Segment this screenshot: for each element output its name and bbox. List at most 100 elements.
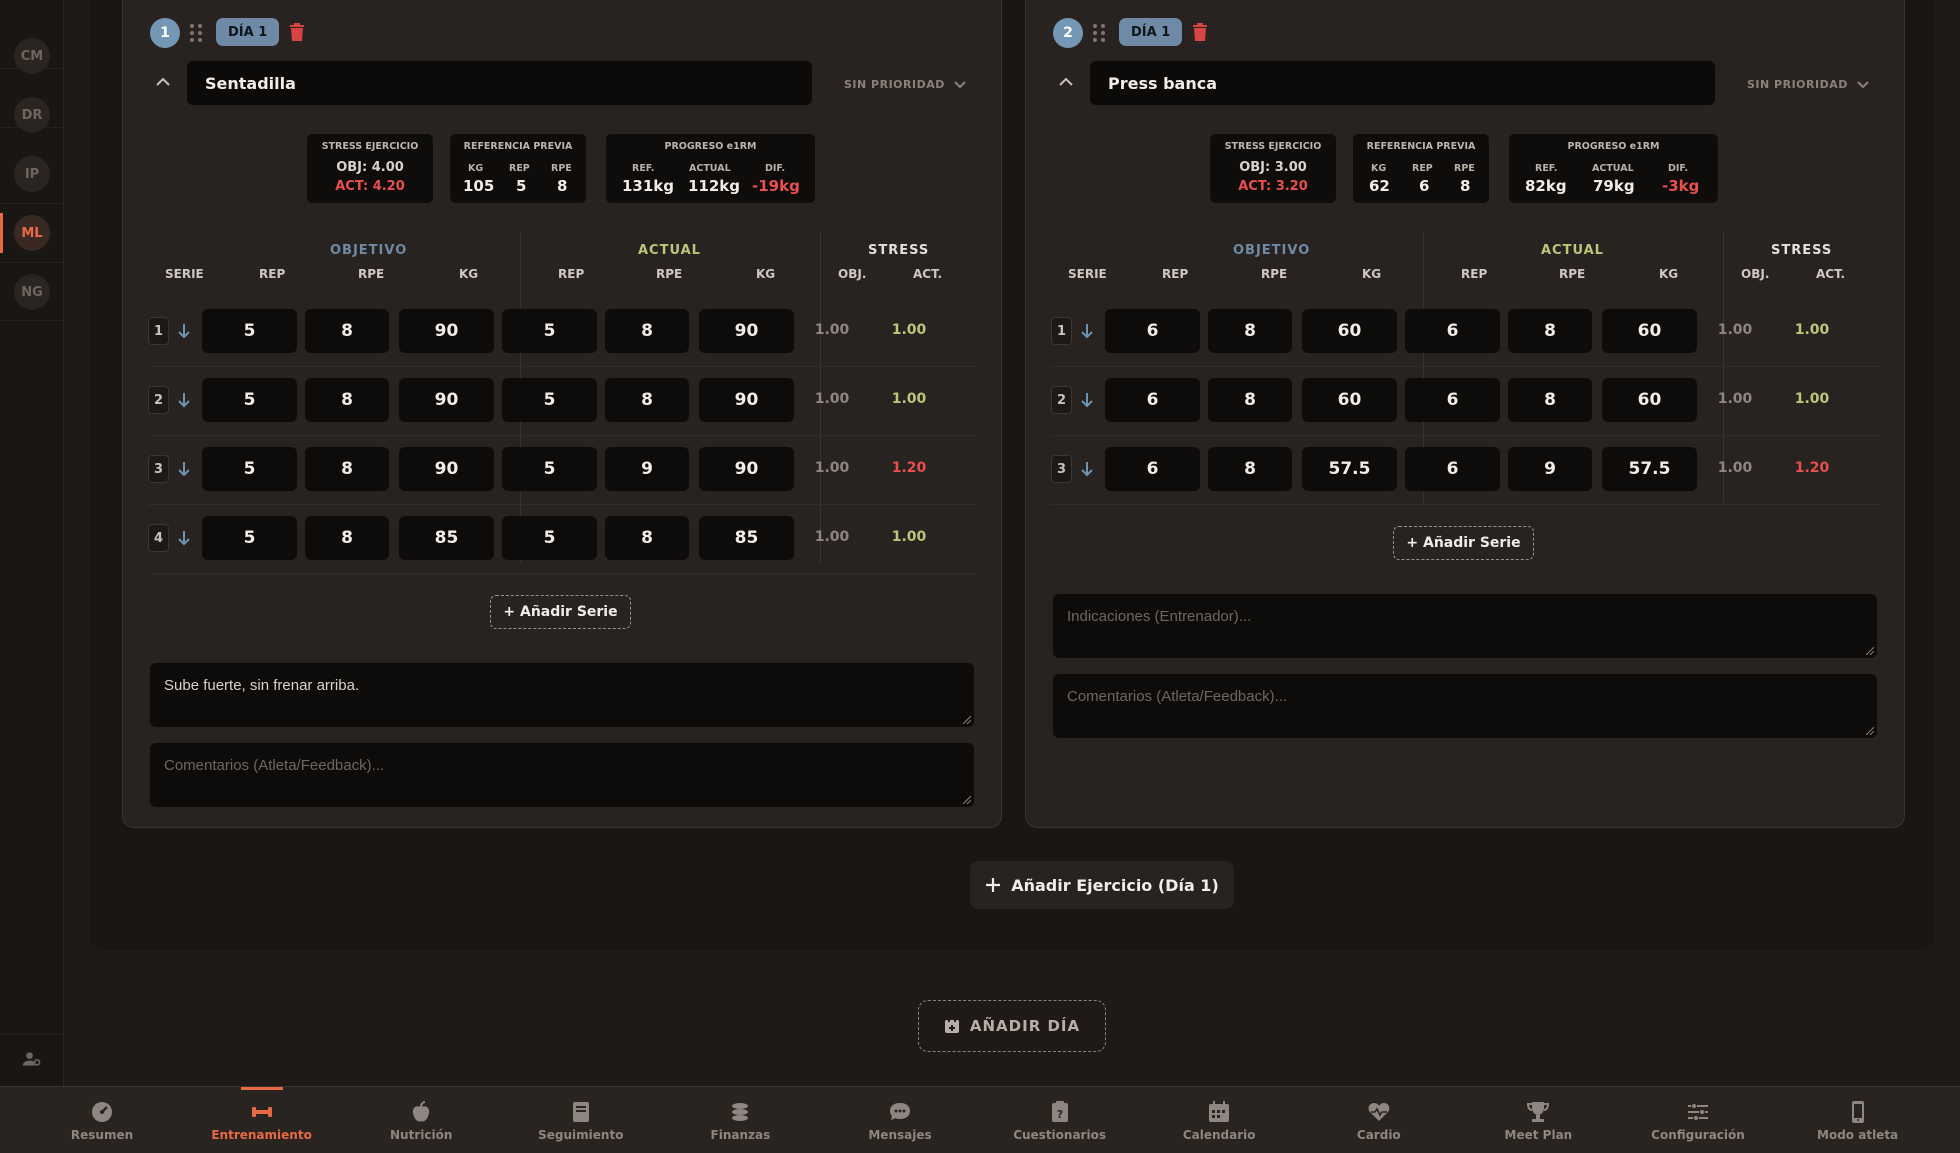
add-serie-button[interactable]: + Añadir Serie — [1393, 526, 1534, 560]
drag-handle-icon[interactable] — [189, 23, 203, 43]
set-input-obj-rpe[interactable]: 8 — [305, 309, 389, 353]
nav-dumbbell[interactable]: Entrenamiento — [182, 1087, 342, 1153]
arrow-down-icon[interactable] — [177, 323, 191, 339]
nav-chat[interactable]: Mensajes — [820, 1087, 980, 1153]
nav-label: Nutrición — [390, 1127, 453, 1142]
stress-act-value: 1.00 — [1794, 391, 1830, 407]
set-input-act-rep[interactable]: 6 — [1405, 378, 1500, 422]
nav-label: Modo atleta — [1817, 1127, 1899, 1142]
stress-act-value: 1.00 — [891, 529, 927, 545]
set-input-act-kg[interactable]: 60 — [1602, 378, 1697, 422]
set-input-act-rpe[interactable]: 8 — [605, 516, 689, 560]
stat-title: STRESS EJERCICIO — [321, 141, 419, 152]
resize-handle-icon[interactable] — [1866, 727, 1874, 735]
notes-textarea[interactable]: Sube fuerte, sin frenar arriba. — [150, 663, 974, 727]
set-input-act-kg[interactable]: 85 — [699, 516, 794, 560]
resize-handle-icon[interactable] — [1866, 647, 1874, 655]
set-input-act-kg[interactable]: 90 — [699, 447, 794, 491]
set-input-obj-rpe[interactable]: 8 — [305, 516, 389, 560]
add-exercise-button[interactable]: Añadir Ejercicio (Día 1) — [970, 861, 1234, 909]
set-input-act-kg[interactable]: 57.5 — [1602, 447, 1697, 491]
set-input-obj-kg[interactable]: 85 — [399, 516, 494, 560]
set-input-act-kg[interactable]: 90 — [699, 378, 794, 422]
set-input-obj-kg[interactable]: 90 — [399, 447, 494, 491]
set-input-obj-rep[interactable]: 5 — [202, 447, 297, 491]
set-input-obj-rep[interactable]: 6 — [1105, 378, 1200, 422]
sidebar-item-ml[interactable]: ML — [14, 215, 50, 251]
set-input-obj-rpe[interactable]: 8 — [305, 378, 389, 422]
nav-heart-pulse[interactable]: Cardio — [1299, 1087, 1459, 1153]
set-input-act-rpe[interactable]: 9 — [605, 447, 689, 491]
set-input-obj-rpe[interactable]: 8 — [1208, 378, 1292, 422]
set-input-obj-kg[interactable]: 90 — [399, 378, 494, 422]
drag-handle-icon[interactable] — [1092, 23, 1106, 43]
sidebar-item-ip[interactable]: IP — [14, 156, 50, 192]
add-serie-button[interactable]: + Añadir Serie — [490, 595, 631, 629]
ref-rep-value: 5 — [516, 177, 527, 195]
ref-rpe-value: 8 — [557, 177, 568, 195]
nav-mobile[interactable]: Modo atleta — [1778, 1087, 1938, 1153]
nav-coins[interactable]: Finanzas — [660, 1087, 820, 1153]
chevron-up-icon[interactable] — [152, 71, 174, 93]
set-input-obj-rep[interactable]: 5 — [202, 378, 297, 422]
arrow-down-icon[interactable] — [177, 461, 191, 477]
set-input-act-rpe[interactable]: 8 — [1508, 309, 1592, 353]
user-settings-icon[interactable] — [22, 1049, 42, 1069]
set-input-act-rpe[interactable]: 8 — [1508, 378, 1592, 422]
set-input-obj-kg[interactable]: 60 — [1302, 378, 1397, 422]
set-input-act-rep[interactable]: 5 — [502, 447, 597, 491]
set-input-act-rpe[interactable]: 9 — [1508, 447, 1592, 491]
arrow-down-icon[interactable] — [177, 392, 191, 408]
nav-book[interactable]: Seguimiento — [501, 1087, 661, 1153]
prog-ref-label: REF. — [632, 163, 655, 174]
set-input-obj-kg[interactable]: 60 — [1302, 309, 1397, 353]
set-input-obj-kg[interactable]: 57.5 — [1302, 447, 1397, 491]
add-day-button[interactable]: AÑADIR DÍA — [918, 1000, 1106, 1052]
nav-apple[interactable]: Nutrición — [341, 1087, 501, 1153]
chevron-up-icon[interactable] — [1055, 71, 1077, 93]
set-input-act-rep[interactable]: 6 — [1405, 447, 1500, 491]
set-input-obj-rpe[interactable]: 8 — [1208, 447, 1292, 491]
comments-textarea[interactable]: Comentarios (Atleta/Feedback)... — [150, 743, 974, 807]
exercise-name-input[interactable]: Sentadilla — [187, 61, 812, 105]
day-badge[interactable]: DÍA 1 — [1119, 18, 1183, 46]
trash-icon[interactable] — [1192, 22, 1208, 42]
set-input-obj-rpe[interactable]: 8 — [1208, 309, 1292, 353]
priority-select[interactable]: SIN PRIORIDAD — [1747, 77, 1870, 91]
nav-clipboard[interactable]: ? Cuestionarios — [980, 1087, 1140, 1153]
resize-handle-icon[interactable] — [963, 796, 971, 804]
set-input-obj-kg[interactable]: 90 — [399, 309, 494, 353]
resize-handle-icon[interactable] — [963, 716, 971, 724]
arrow-down-icon[interactable] — [1080, 392, 1094, 408]
sidebar-item-ng[interactable]: NG — [14, 274, 50, 310]
set-input-obj-rep[interactable]: 6 — [1105, 447, 1200, 491]
notes-textarea[interactable]: Indicaciones (Entrenador)... — [1053, 594, 1877, 658]
set-input-obj-rep[interactable]: 5 — [202, 516, 297, 560]
trash-icon[interactable] — [289, 22, 305, 42]
arrow-down-icon[interactable] — [177, 530, 191, 546]
set-input-act-rep[interactable]: 5 — [502, 378, 597, 422]
day-badge[interactable]: DÍA 1 — [216, 18, 280, 46]
set-input-obj-rep[interactable]: 6 — [1105, 309, 1200, 353]
calendar-plus-icon — [944, 1018, 959, 1033]
set-input-act-rep[interactable]: 5 — [502, 516, 597, 560]
set-input-act-kg[interactable]: 90 — [699, 309, 794, 353]
nav-trophy[interactable]: Meet Plan — [1458, 1087, 1618, 1153]
nav-sliders[interactable]: Configuración — [1618, 1087, 1778, 1153]
exercise-name-text: Sentadilla — [205, 73, 296, 93]
arrow-down-icon[interactable] — [1080, 323, 1094, 339]
nav-gauge[interactable]: Resumen — [22, 1087, 182, 1153]
set-input-act-rep[interactable]: 5 — [502, 309, 597, 353]
set-input-act-rpe[interactable]: 8 — [605, 309, 689, 353]
nav-calendar[interactable]: Calendario — [1139, 1087, 1299, 1153]
set-input-act-rep[interactable]: 6 — [1405, 309, 1500, 353]
set-input-obj-rpe[interactable]: 8 — [305, 447, 389, 491]
sidebar: CM DR IP ML NG — [0, 0, 64, 1086]
set-input-act-rpe[interactable]: 8 — [605, 378, 689, 422]
priority-select[interactable]: SIN PRIORIDAD — [844, 77, 967, 91]
comments-textarea[interactable]: Comentarios (Atleta/Feedback)... — [1053, 674, 1877, 738]
set-input-obj-rep[interactable]: 5 — [202, 309, 297, 353]
arrow-down-icon[interactable] — [1080, 461, 1094, 477]
set-input-act-kg[interactable]: 60 — [1602, 309, 1697, 353]
exercise-name-input[interactable]: Press banca — [1090, 61, 1715, 105]
